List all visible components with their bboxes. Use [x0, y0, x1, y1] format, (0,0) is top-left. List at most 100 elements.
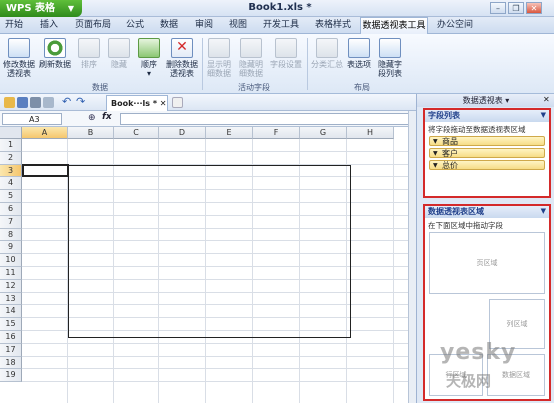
hide-detail-button[interactable]: 隐藏明 细数据 [236, 36, 266, 80]
select-all-corner[interactable] [0, 127, 22, 139]
spreadsheet-grid[interactable]: ABCDEFGH 1 2 3 4 5 6 7 8 9 10 11 12 13 14 15 16 17 18 19 [0, 127, 408, 403]
row-header-13[interactable]: 13 [0, 292, 22, 306]
row-header-9[interactable]: 9 [0, 241, 22, 255]
column-header-f[interactable]: F [253, 127, 300, 139]
new-doc-icon[interactable] [172, 97, 183, 108]
row-gridline [22, 381, 408, 383]
tab-developer[interactable]: 开发工具 [258, 17, 304, 34]
chevron-down-icon[interactable]: ▼ [541, 111, 546, 119]
row-header-16[interactable]: 16 [0, 331, 22, 344]
chevron-down-icon[interactable]: ▼ [541, 207, 546, 215]
page-area[interactable]: 页区域 [429, 232, 545, 294]
print-icon[interactable] [30, 97, 41, 108]
table-options-button[interactable]: 表选项 [345, 36, 373, 80]
column-header-b[interactable]: B [68, 127, 114, 139]
field-list-section: 字段列表 ▼ 将字段拖动至数据透视表区域 ▼ 商品 ▼ 客户 ▼ 总价 [423, 108, 551, 198]
row-header-17[interactable]: 17 [0, 343, 22, 357]
function-icon[interactable]: fx [102, 112, 116, 124]
zoom-icon[interactable]: ⊕ [88, 113, 100, 125]
refresh-data-button[interactable]: 刷新数据 [38, 36, 72, 80]
row-header-4[interactable]: 4 [0, 177, 22, 191]
row-header-5[interactable]: 5 [0, 190, 22, 203]
row-header-11[interactable]: 11 [0, 267, 22, 280]
column-header-d[interactable]: D [159, 127, 206, 139]
column-header-c[interactable]: C [114, 127, 159, 139]
pivot-areas-hint: 在下面区域中拖动字段 [428, 221, 503, 230]
watermark-subtitle: 天极网 [446, 372, 492, 390]
sort-button[interactable]: 排序 [74, 36, 104, 80]
restore-icon[interactable]: ❐ [508, 2, 524, 14]
minimize-icon[interactable]: – [490, 2, 506, 14]
field-settings-button[interactable]: 字段设置 [268, 36, 304, 80]
tab-office-space[interactable]: 办公空间 [432, 17, 478, 34]
close-icon[interactable]: ✕ [543, 95, 553, 105]
row-header-10[interactable]: 10 [0, 254, 22, 267]
show-detail-button[interactable]: 显示明 细数据 [204, 36, 234, 80]
edit-pivot-button[interactable]: 修改数据 透视表 [2, 36, 36, 80]
ribbon: 修改数据 透视表 刷新数据 排序 隐藏 顺序 ▾ ✕ 删除数据 透视表 显示明 细数据 … [0, 34, 554, 94]
group-label-data: 数据 [92, 83, 108, 92]
chevron-down-icon: ▼ [67, 4, 74, 13]
document-tab[interactable]: Book···ls * ✕ [106, 95, 168, 111]
vertical-scrollbar[interactable] [408, 111, 416, 403]
name-box[interactable]: A3 [2, 113, 62, 125]
quick-toolbar: ↶ ↷ Book···ls * ✕ [0, 94, 416, 111]
row-header-12[interactable]: 12 [0, 279, 22, 293]
row-header-19[interactable]: 19 [0, 369, 22, 383]
tab-page-layout[interactable]: 页面布局 [70, 17, 116, 34]
selected-cell[interactable] [22, 164, 69, 177]
title-bar: WPS 表格 ▼ Book1.xls * – ❐ ✕ [0, 0, 554, 17]
preview-icon[interactable] [43, 97, 54, 108]
hide-button[interactable]: 隐藏 [104, 36, 134, 80]
redo-icon[interactable]: ↷ [76, 96, 87, 108]
row-header-18[interactable]: 18 [0, 356, 22, 370]
ribbon-separator [307, 38, 308, 90]
column-header-g[interactable]: G [300, 127, 347, 139]
column-header-a[interactable]: A [22, 127, 68, 139]
field-item-product[interactable]: ▼ 商品 [429, 136, 545, 146]
tab-data[interactable]: 数据 [154, 17, 184, 34]
hide-detail-icon [240, 38, 262, 58]
order-button[interactable]: 顺序 ▾ [134, 36, 164, 80]
field-item-total-price[interactable]: ▼ 总价 [429, 160, 545, 170]
tab-home[interactable]: 开始 [0, 17, 28, 34]
hide-field-list-button[interactable]: 隐藏字 段列表 [374, 36, 406, 80]
wps-menu-button[interactable]: WPS 表格 ▼ [0, 0, 82, 17]
tab-insert[interactable]: 插入 [34, 17, 64, 34]
formula-input[interactable] [120, 113, 412, 125]
ribbon-separator [202, 38, 203, 90]
delete-pivot-icon: ✕ [171, 38, 193, 58]
pivot-table-outline [68, 165, 351, 338]
save-icon[interactable] [17, 97, 28, 108]
column-header-h[interactable]: H [347, 127, 394, 139]
column-gridline [393, 139, 394, 403]
tab-view[interactable]: 视图 [223, 17, 253, 34]
row-header-7[interactable]: 7 [0, 215, 22, 229]
row-gridline [22, 355, 408, 357]
row-header-1[interactable]: 1 [0, 139, 22, 152]
tab-review[interactable]: 审阅 [189, 17, 219, 34]
row-header-8[interactable]: 8 [0, 228, 22, 242]
row-header-3[interactable]: 3 [0, 164, 22, 178]
edit-table-icon [8, 38, 30, 58]
hide-icon [108, 38, 130, 58]
column-header-e[interactable]: E [206, 127, 253, 139]
tab-pivot-tools[interactable]: 数据透视表工具 [360, 17, 428, 35]
field-item-customer[interactable]: ▼ 客户 [429, 148, 545, 158]
row-header-2[interactable]: 2 [0, 151, 22, 165]
document-title: Book1.xls * [248, 2, 312, 13]
tab-formula[interactable]: 公式 [120, 17, 150, 34]
close-icon[interactable]: ✕ [526, 2, 542, 14]
open-icon[interactable] [4, 97, 15, 108]
delete-pivot-button[interactable]: ✕ 删除数据 透视表 [164, 36, 200, 80]
subtotal-icon [316, 38, 338, 58]
row-header-6[interactable]: 6 [0, 203, 22, 216]
group-label-layout: 布局 [354, 83, 370, 92]
field-settings-icon [275, 38, 297, 58]
undo-icon[interactable]: ↶ [62, 96, 73, 108]
tab-table-style[interactable]: 表格样式 [310, 17, 356, 34]
subtotal-button[interactable]: 分类汇总 [309, 36, 345, 80]
field-list-hint: 将字段拖动至数据透视表区域 [428, 125, 526, 134]
row-header-14[interactable]: 14 [0, 305, 22, 319]
row-header-15[interactable]: 15 [0, 318, 22, 331]
